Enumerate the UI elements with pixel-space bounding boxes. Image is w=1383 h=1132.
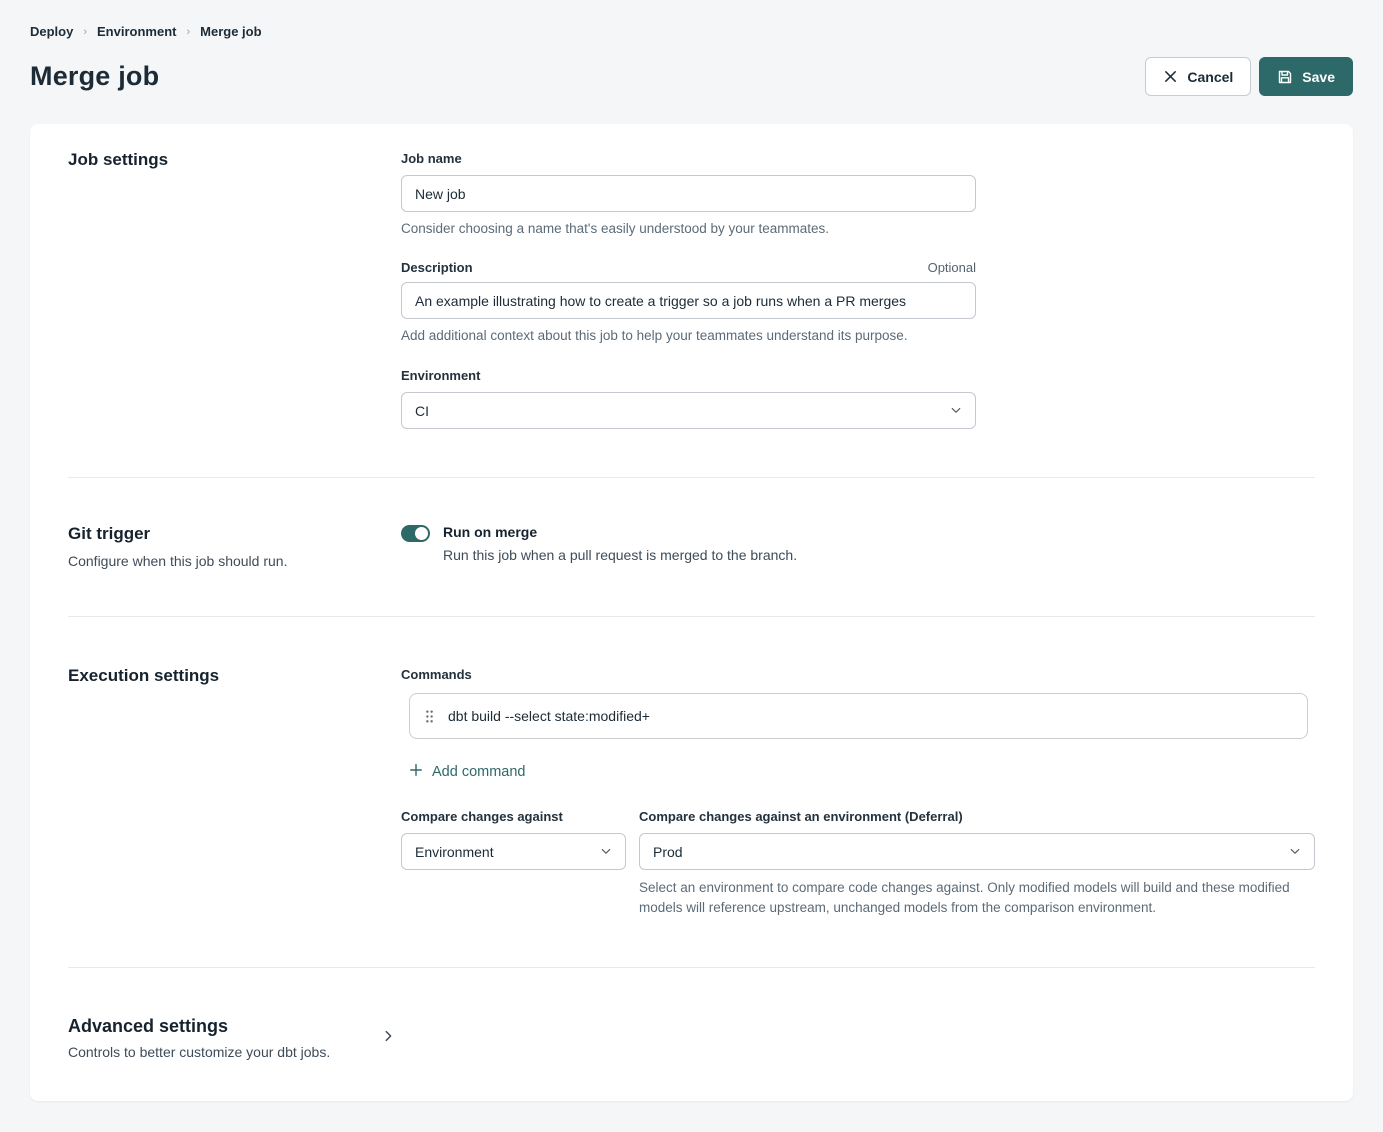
job-settings-form: Job name Consider choosing a name that's… (401, 150, 1315, 429)
git-trigger-heading: Git trigger (68, 524, 401, 544)
run-on-merge-row: Run on merge Run this job when a pull re… (401, 524, 1315, 563)
job-name-field-group: Job name Consider choosing a name that's… (401, 150, 1315, 236)
description-field-group: Description Optional Add additional cont… (401, 260, 1315, 343)
description-input[interactable] (401, 282, 976, 319)
git-trigger-subheading: Configure when this job should run. (68, 553, 401, 569)
deferral-label: Compare changes against an environment (… (639, 809, 963, 824)
commands-label: Commands (401, 667, 472, 682)
close-icon (1163, 69, 1178, 84)
add-command-label: Add command (432, 764, 526, 780)
save-button-label: Save (1302, 69, 1335, 85)
run-on-merge-description: Run this job when a pull request is merg… (443, 547, 797, 563)
compare-row: Compare changes against Environment Comp… (401, 808, 1315, 919)
job-name-input[interactable] (401, 175, 976, 212)
advanced-settings-text: Advanced settings Controls to better cus… (68, 1016, 381, 1060)
breadcrumb-deploy[interactable]: Deploy (30, 24, 73, 39)
drag-handle-icon[interactable] (424, 709, 435, 724)
environment-select-value: CI (415, 403, 429, 419)
compare-against-select[interactable]: Environment (401, 833, 626, 870)
chevron-down-icon (1289, 844, 1301, 860)
chevron-down-icon (600, 844, 612, 860)
section-execution-settings: Execution settings Commands dbt build --… (68, 617, 1315, 967)
run-on-merge-label: Run on merge (443, 524, 797, 540)
deferral-value: Prod (653, 844, 683, 860)
run-on-merge-text: Run on merge Run this job when a pull re… (443, 524, 797, 563)
breadcrumb: Deploy › Environment › Merge job (30, 0, 1353, 39)
environment-select[interactable]: CI (401, 392, 976, 429)
breadcrumb-merge-job: Merge job (200, 24, 261, 39)
compare-against-value: Environment (415, 844, 494, 860)
chevron-down-icon (950, 403, 962, 419)
deferral-select[interactable]: Prod (639, 833, 1315, 870)
execution-settings-form: Commands dbt build --select state:modifi… (401, 666, 1315, 919)
execution-settings-heading: Execution settings (68, 666, 401, 686)
environment-field-group: Environment CI (401, 367, 1315, 429)
environment-label: Environment (401, 368, 480, 383)
add-command-button[interactable]: Add command (409, 763, 526, 781)
job-settings-heading-col: Job settings (68, 150, 401, 429)
deferral-helper: Select an environment to compare code ch… (639, 878, 1294, 919)
description-label: Description (401, 260, 473, 275)
breadcrumb-separator-icon: › (186, 26, 190, 38)
cancel-button[interactable]: Cancel (1145, 57, 1251, 96)
run-on-merge-toggle[interactable] (401, 525, 430, 542)
breadcrumb-separator-icon: › (83, 26, 87, 38)
description-optional-badge: Optional (928, 260, 976, 275)
compare-against-group: Compare changes against Environment (401, 808, 626, 919)
toggle-knob (415, 527, 428, 540)
header-actions: Cancel Save (1145, 57, 1353, 96)
compare-against-label: Compare changes against (401, 809, 563, 824)
page-title: Merge job (30, 61, 159, 92)
job-settings-heading: Job settings (68, 150, 401, 170)
section-git-trigger: Git trigger Configure when this job shou… (68, 478, 1315, 616)
page-header: Merge job Cancel Save (30, 57, 1353, 96)
git-trigger-form: Run on merge Run this job when a pull re… (401, 524, 1315, 569)
save-button[interactable]: Save (1259, 57, 1353, 96)
job-name-label: Job name (401, 151, 462, 166)
plus-icon (409, 763, 423, 781)
section-advanced-settings[interactable]: Advanced settings Controls to better cus… (68, 968, 1315, 1060)
save-icon (1277, 69, 1293, 85)
git-trigger-heading-col: Git trigger Configure when this job shou… (68, 524, 401, 569)
job-name-helper: Consider choosing a name that's easily u… (401, 221, 1315, 236)
execution-settings-heading-col: Execution settings (68, 666, 401, 919)
section-job-settings: Job settings Job name Consider choosing … (68, 124, 1315, 477)
job-settings-card: Job settings Job name Consider choosing … (30, 124, 1353, 1101)
page: Deploy › Environment › Merge job Merge j… (0, 0, 1383, 1101)
cancel-button-label: Cancel (1187, 69, 1233, 85)
advanced-settings-heading: Advanced settings (68, 1016, 381, 1037)
breadcrumb-environment[interactable]: Environment (97, 24, 176, 39)
command-text[interactable]: dbt build --select state:modified+ (448, 708, 650, 724)
command-row[interactable]: dbt build --select state:modified+ (409, 693, 1308, 739)
advanced-settings-subheading: Controls to better customize your dbt jo… (68, 1044, 381, 1060)
deferral-group: Compare changes against an environment (… (639, 808, 1315, 919)
chevron-right-icon[interactable] (381, 1029, 395, 1048)
description-helper: Add additional context about this job to… (401, 328, 1315, 343)
